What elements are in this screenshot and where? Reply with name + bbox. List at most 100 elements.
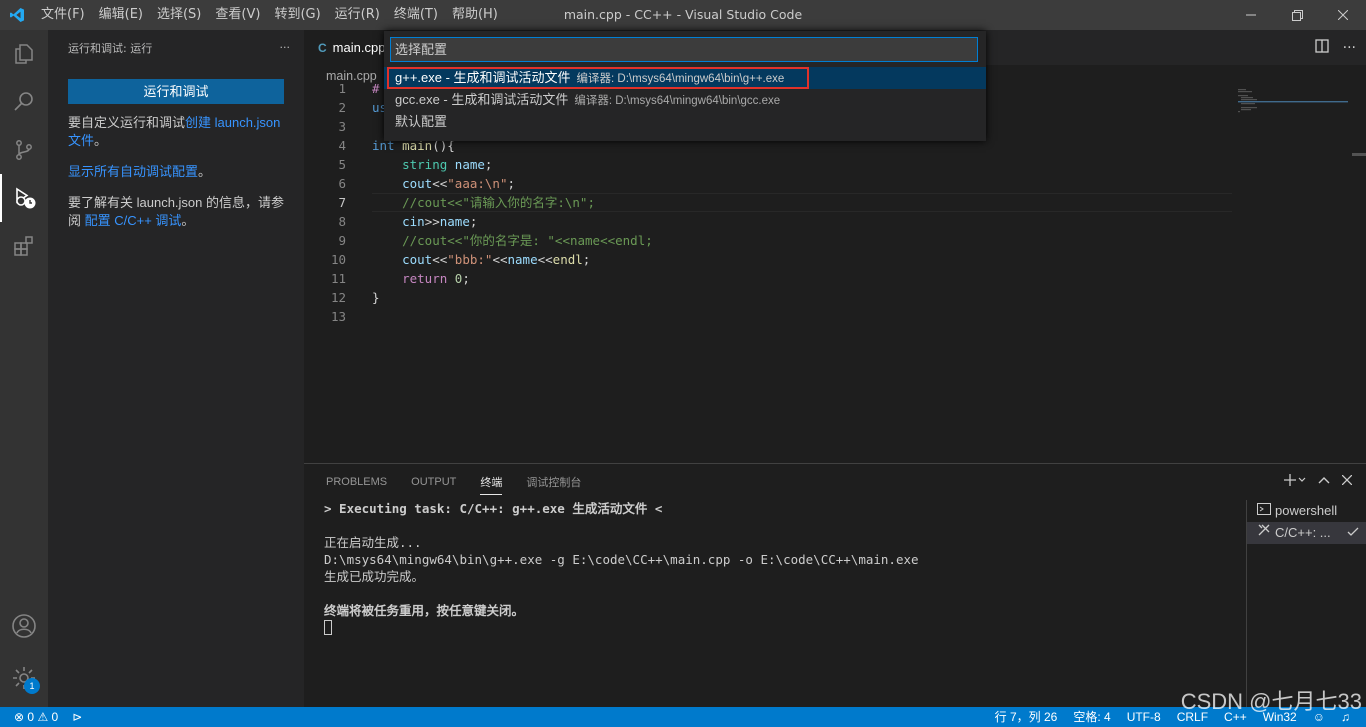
editor-actions: ··· bbox=[1314, 30, 1356, 65]
line-number: 11 bbox=[330, 271, 346, 286]
restore-button[interactable] bbox=[1274, 0, 1320, 30]
terminal-line: D:\msys64\mingw64\bin\g++.exe -g E:\code… bbox=[324, 552, 919, 567]
explorer-icon[interactable] bbox=[0, 30, 48, 78]
code-line-current: 7 //cout<<"请输入你的名字:\n"; bbox=[304, 193, 1232, 212]
terminal-item-cpp-task[interactable]: C/C++: ... bbox=[1247, 522, 1366, 544]
terminal-line: 终端将被任务重用，按任意键关闭。 bbox=[324, 603, 525, 618]
minimize-button[interactable] bbox=[1228, 0, 1274, 30]
sidebar-content: 运行和调试 要自定义运行和调试创建 launch.json 文件。 显示所有自动… bbox=[48, 65, 304, 230]
line-number: 5 bbox=[338, 157, 346, 172]
cursor-position[interactable]: 行 7，列 26 bbox=[995, 707, 1058, 727]
quickpick-item-label: 默认配置 bbox=[395, 114, 448, 129]
tab-label: main.cpp bbox=[332, 40, 386, 55]
auto-debug-hint: 显示所有自动调试配置。 bbox=[68, 163, 284, 181]
menu-bar: 文件(F) 编辑(E) 选择(S) 查看(V) 转到(G) 运行(R) 终端(T… bbox=[34, 0, 505, 30]
terminal-list: powershell C/C++: ... bbox=[1246, 500, 1366, 708]
close-panel-icon[interactable] bbox=[1341, 474, 1353, 489]
code-line: 10 cout<<"bbb:"<<name<<endl; bbox=[304, 250, 1232, 269]
menu-go[interactable]: 转到(G) bbox=[267, 0, 327, 30]
menu-selection[interactable]: 选择(S) bbox=[150, 0, 208, 30]
hint-end: 。 bbox=[181, 213, 195, 228]
quickpick-item-gcc[interactable]: gcc.exe - 生成和调试活动文件 编译器: D:\msys64\mingw6… bbox=[384, 89, 986, 111]
highlight-annotation-box bbox=[387, 67, 809, 89]
split-editor-icon[interactable] bbox=[1314, 38, 1329, 57]
tab-output[interactable]: OUTPUT bbox=[411, 476, 456, 488]
run-and-debug-button[interactable]: 运行和调试 bbox=[68, 79, 284, 104]
line-number: 1 bbox=[338, 81, 346, 96]
run-debug-icon[interactable] bbox=[0, 174, 48, 222]
tab-terminal[interactable]: 终端 bbox=[480, 474, 503, 495]
quickpick-item-default[interactable]: 默认配置 bbox=[384, 111, 986, 133]
tools-icon bbox=[1257, 522, 1271, 544]
launch-json-hint: 要自定义运行和调试创建 launch.json 文件。 bbox=[68, 114, 284, 150]
close-window-button[interactable] bbox=[1320, 0, 1366, 30]
new-terminal-icon[interactable] bbox=[1284, 473, 1306, 491]
code-editor[interactable]: 1 # 2 us 3 4 int main(){ 5 string name; 6 c… bbox=[304, 81, 1366, 463]
terminal-label: powershell bbox=[1275, 503, 1338, 518]
menu-view[interactable]: 查看(V) bbox=[208, 0, 267, 30]
panel-actions bbox=[1284, 464, 1353, 499]
quickpick-item-label: gcc.exe - 生成和调试活动文件 bbox=[395, 92, 569, 107]
more-actions-icon[interactable]: ··· bbox=[280, 41, 291, 54]
error-count: 0 bbox=[27, 710, 35, 724]
configure-cpp-debug-link[interactable]: 配置 C/C++ 调试 bbox=[85, 213, 182, 228]
check-icon bbox=[1347, 522, 1359, 544]
menu-help[interactable]: 帮助(H) bbox=[445, 0, 505, 30]
learn-more-hint: 要了解有关 launch.json 的信息，请参阅 配置 C/C++ 调试。 bbox=[68, 194, 284, 230]
line-number: 12 bbox=[330, 290, 346, 305]
code-line: 5 string name; bbox=[304, 155, 1232, 174]
code-line: 8 cin>>name; bbox=[304, 212, 1232, 231]
activity-bar: 1 bbox=[0, 30, 48, 707]
terminal-output[interactable]: > Executing task: C/C++: g++.exe 生成活动文件 … bbox=[324, 500, 1244, 636]
problems-status[interactable]: ⊗ 0 ⚠ 0 bbox=[14, 707, 58, 727]
line-number: 2 bbox=[338, 100, 346, 115]
menu-edit[interactable]: 编辑(E) bbox=[92, 0, 150, 30]
account-icon[interactable] bbox=[0, 602, 48, 650]
show-auto-debug-link[interactable]: 显示所有自动调试配置 bbox=[68, 164, 198, 179]
menu-file[interactable]: 文件(F) bbox=[34, 0, 92, 30]
manage-gear-icon[interactable]: 1 bbox=[0, 654, 48, 702]
debug-launch-icon[interactable]: ⊳ bbox=[72, 707, 82, 727]
csdn-watermark: CSDN @七月七33 bbox=[1180, 689, 1362, 714]
warning-count: 0 bbox=[51, 710, 59, 724]
line-number: 3 bbox=[338, 119, 346, 134]
title-bar: 文件(F) 编辑(E) 选择(S) 查看(V) 转到(G) 运行(R) 终端(T… bbox=[0, 0, 1366, 30]
run-debug-sidebar: 运行和调试: 运行 ··· 运行和调试 要自定义运行和调试创建 launch.j… bbox=[48, 30, 304, 707]
vscode-logo-icon bbox=[0, 0, 34, 30]
terminal-item-powershell[interactable]: powershell bbox=[1247, 500, 1366, 522]
search-icon[interactable] bbox=[0, 78, 48, 126]
editor-scrollbar[interactable] bbox=[1352, 87, 1366, 463]
manage-badge: 1 bbox=[24, 678, 40, 694]
code-line: 9 //cout<<"你的名字是: "<<name<<endl; bbox=[304, 231, 1232, 250]
line-number: 10 bbox=[330, 252, 346, 267]
quickpick-item-desc: 编译器: D:\msys64\mingw64\bin\gcc.exe bbox=[574, 95, 781, 107]
indentation[interactable]: 空格: 4 bbox=[1073, 707, 1110, 727]
terminal-cursor-line bbox=[324, 619, 1244, 636]
error-icon: ⊗ bbox=[14, 710, 25, 724]
warning-icon: ⚠ bbox=[37, 710, 49, 724]
more-editor-actions-icon[interactable]: ··· bbox=[1343, 40, 1356, 56]
extensions-icon[interactable] bbox=[0, 222, 48, 270]
terminal-line: 生成已成功完成。 bbox=[324, 569, 425, 584]
tab-main-cpp[interactable]: C main.cpp bbox=[304, 30, 394, 65]
quickpick-input[interactable]: 选择配置 bbox=[390, 37, 978, 62]
panel-tabs: PROBLEMS OUTPUT 终端 调试控制台 bbox=[326, 464, 581, 499]
maximize-panel-icon[interactable] bbox=[1318, 474, 1330, 489]
terminal-cursor bbox=[324, 620, 332, 635]
sidebar-title: 运行和调试: 运行 bbox=[68, 41, 153, 55]
line-number: 7 bbox=[338, 195, 346, 210]
status-left: ⊗ 0 ⚠ 0 ⊳ bbox=[14, 707, 82, 727]
line-number: 8 bbox=[338, 214, 346, 229]
encoding[interactable]: UTF-8 bbox=[1127, 707, 1161, 727]
menu-terminal[interactable]: 终端(T) bbox=[387, 0, 445, 30]
tab-debug-console[interactable]: 调试控制台 bbox=[526, 474, 581, 490]
menu-run[interactable]: 运行(R) bbox=[328, 0, 387, 30]
line-number: 4 bbox=[338, 138, 346, 153]
window-controls bbox=[1228, 0, 1366, 30]
minimap[interactable] bbox=[1236, 87, 1356, 127]
line-number: 13 bbox=[330, 309, 346, 324]
tab-problems[interactable]: PROBLEMS bbox=[326, 476, 387, 488]
source-control-icon[interactable] bbox=[0, 126, 48, 174]
cpp-file-icon: C bbox=[318, 40, 327, 55]
